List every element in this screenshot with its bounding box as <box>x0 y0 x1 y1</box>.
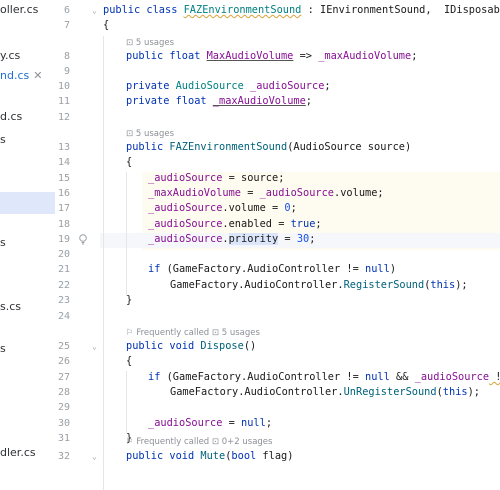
code-line-33: public void Mute(bool flag) <box>126 450 294 462</box>
code-area[interactable]: public class FAZEnvironmentSound : IEnvi… <box>100 0 500 490</box>
code-line-14: { <box>126 156 133 168</box>
line-number: 31 <box>57 433 70 444</box>
code-line-7: { <box>103 19 110 31</box>
indent-guide <box>126 371 127 433</box>
file-label: s <box>0 342 6 355</box>
fold-icon[interactable]: ⌄ <box>92 6 97 15</box>
line-number: 16 <box>57 188 70 199</box>
usages-icon: ⊡ <box>211 328 222 338</box>
line-number: 17 <box>57 203 70 214</box>
frequently-called-icon: ⚐ <box>126 437 137 447</box>
code-editor[interactable]: oller.cs y.cs nd.cs ✕ d.cs s s s.cs s dle… <box>0 0 500 490</box>
code-line-11: private float _maxAudioVolume; <box>126 95 312 107</box>
line-number: 10 <box>57 81 70 92</box>
file-label: y.cs <box>0 49 21 62</box>
code-line-19: _audioSource.priority = 30; <box>148 233 316 245</box>
code-line-13: public FAZEnvironmentSound(AudioSource s… <box>126 141 412 153</box>
file-label: nd.cs <box>0 69 30 82</box>
line-number: 23 <box>57 295 70 306</box>
line-number: 19 <box>57 234 70 245</box>
file-item[interactable]: oller.cs <box>0 3 38 16</box>
file-label: d.cs <box>0 110 23 123</box>
file-item[interactable]: d.cs <box>0 110 22 123</box>
line-number-gutter[interactable]: 6 ⌄ 7 8 9 10 11 12 13 14 15 16 17 18 19 … <box>55 0 100 490</box>
lightbulb-icon[interactable] <box>78 234 88 245</box>
fold-icon[interactable]: ⌄ <box>92 342 97 351</box>
indent-guide <box>126 172 127 296</box>
file-item[interactable]: dler.cs <box>0 446 36 459</box>
code-line-26: { <box>126 355 133 367</box>
code-line-22: GameFactory.AudioController.RegisterSoun… <box>170 279 468 291</box>
line-number: 12 <box>57 112 70 123</box>
file-label: s <box>0 236 6 249</box>
code-line-10: private AudioSource _audioSource; <box>126 80 331 92</box>
usages-icon: ⊡ <box>126 38 136 48</box>
usages-icon: ⊡ <box>211 437 222 447</box>
file-item[interactable]: y.cs <box>0 49 20 62</box>
line-number: 20 <box>57 249 70 260</box>
indent-guide <box>103 36 104 490</box>
line-number: 29 <box>57 402 70 413</box>
code-line-17: _audioSource.volume = 0; <box>148 202 297 214</box>
code-line-6: public class FAZEnvironmentSound : IEnvi… <box>103 4 500 16</box>
file-label: oller.cs <box>0 3 39 16</box>
code-line-30: _audioSource = null; <box>148 417 273 429</box>
line-number: 30 <box>57 418 70 429</box>
usages-hint[interactable]: ⊡ 5 usages <box>126 129 174 139</box>
line-number: 25 <box>57 341 70 352</box>
frequently-called-icon: ⚐ <box>126 328 137 338</box>
code-line-8: public float MaxAudioVolume => _maxAudio… <box>126 50 418 62</box>
line-number: 9 <box>63 66 70 77</box>
code-line-15: _audioSource = source; <box>148 172 285 184</box>
code-line-28: GameFactory.AudioController.UnRegisterSo… <box>170 386 481 398</box>
line-number: 27 <box>57 372 70 383</box>
file-label: s.cs <box>0 300 22 313</box>
code-line-23: } <box>126 294 133 306</box>
selected-token: priority <box>228 233 279 245</box>
file-item[interactable]: s <box>0 236 6 249</box>
code-line-21: if (GameFactory.AudioController != null) <box>148 263 397 275</box>
line-number: 7 <box>63 20 70 31</box>
file-label: s <box>0 133 6 146</box>
file-item[interactable]: s <box>0 133 6 146</box>
code-line-25: public void Dispose() <box>126 340 257 352</box>
usages-hint[interactable]: ⊡ 5 usages <box>126 38 174 48</box>
code-line-16: _maxAudioVolume = _audioSource.volume; <box>148 187 384 199</box>
line-number: 21 <box>57 264 70 275</box>
usages-icon: ⊡ <box>126 129 136 139</box>
line-number: 22 <box>57 280 70 291</box>
line-number: 24 <box>57 311 70 322</box>
line-number: 6 <box>63 5 70 16</box>
line-number: 15 <box>57 173 70 184</box>
line-number: 11 <box>57 96 70 107</box>
code-line-18: _audioSource.enabled = true; <box>148 218 322 230</box>
line-number: 13 <box>57 142 70 153</box>
line-number: 28 <box>57 387 70 398</box>
line-number: 32 <box>57 451 70 462</box>
file-label: dler.cs <box>0 446 36 459</box>
fold-icon[interactable]: ⌄ <box>92 452 97 461</box>
code-line-27: if (GameFactory.AudioController != null … <box>148 371 500 383</box>
file-item[interactable]: s <box>0 342 6 355</box>
line-number: 26 <box>57 356 70 367</box>
line-number: 18 <box>57 219 70 230</box>
line-number: 8 <box>63 51 70 62</box>
usages-hint[interactable]: ⚐ Frequently called ⊡ 0+2 usages <box>126 437 272 447</box>
file-item[interactable]: s.cs <box>0 300 21 313</box>
line-number: 14 <box>57 157 70 168</box>
usages-hint[interactable]: ⚐ Frequently called ⊡ 5 usages <box>126 328 260 338</box>
